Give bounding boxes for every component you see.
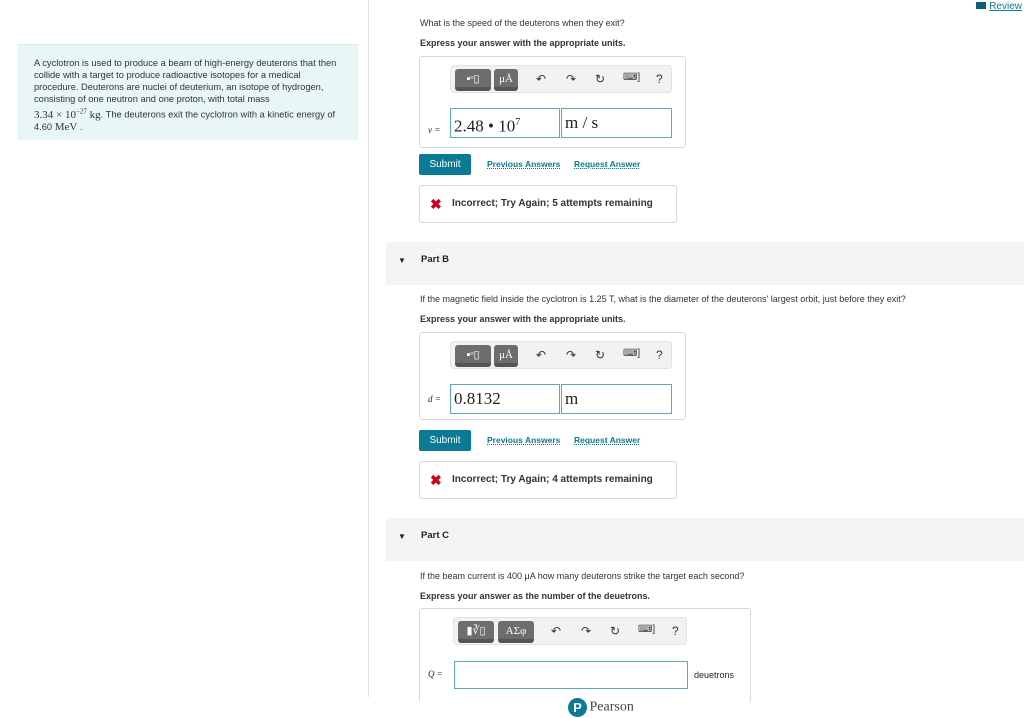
request-answer-link-b[interactable]: Request Answer bbox=[574, 435, 640, 445]
answer-box-b: ▪ᵒ▯ μÅ ↶ ↷ ↻ ⌨] ? d = 0.8132 m bbox=[419, 332, 686, 420]
redo-icon[interactable]: ↷ bbox=[581, 624, 591, 638]
undo-icon[interactable]: ↶ bbox=[551, 624, 561, 638]
math-toolbar: ▪ᵒ▯ μÅ ↶ ↷ ↻ ⌨] ? bbox=[450, 341, 672, 369]
answer-box-c: ▮∛▯ ΑΣφ ↶ ↷ ↻ ⌨] ? Q = deuetrons bbox=[419, 608, 751, 703]
value-input-c[interactable] bbox=[454, 661, 688, 689]
pearson-logo: P Pearson bbox=[568, 698, 634, 718]
feedback-b: ✖ Incorrect; Try Again; 4 attempts remain… bbox=[419, 461, 677, 499]
reset-icon[interactable]: ↻ bbox=[610, 624, 620, 638]
template-button[interactable]: ▪ᵒ▯ bbox=[455, 69, 491, 91]
previous-answers-link-b[interactable]: Previous Answers bbox=[487, 435, 560, 445]
help-icon[interactable]: ? bbox=[656, 348, 663, 362]
unit-label-c: deuetrons bbox=[694, 670, 735, 680]
collapse-arrow-icon: ▼ bbox=[398, 532, 406, 541]
redo-icon[interactable]: ↷ bbox=[566, 72, 576, 86]
submit-button-a[interactable]: Submit bbox=[419, 154, 471, 175]
keyboard-icon[interactable]: ⌨] bbox=[623, 72, 640, 83]
value-input-a[interactable]: 2.48 • 107 bbox=[450, 108, 560, 138]
reset-icon[interactable]: ↻ bbox=[595, 348, 605, 362]
instruction-a: Express your answer with the appropriate… bbox=[420, 38, 626, 48]
review-link[interactable]: Review bbox=[976, 1, 1022, 12]
error-icon: ✖ bbox=[430, 472, 442, 488]
greek-button[interactable]: ΑΣφ bbox=[498, 621, 534, 643]
part-c-header[interactable]: ▼ Part C bbox=[386, 518, 1024, 561]
part-b-header[interactable]: ▼ Part B bbox=[386, 242, 1024, 285]
question-a: What is the speed of the deuterons when … bbox=[420, 18, 625, 28]
redo-icon[interactable]: ↷ bbox=[566, 348, 576, 362]
feedback-a: ✖ Incorrect; Try Again; 5 attempts remain… bbox=[419, 185, 677, 223]
collapse-arrow-icon: ▼ bbox=[398, 256, 406, 265]
undo-icon[interactable]: ↶ bbox=[536, 348, 546, 362]
instruction-c: Express your answer as the number of the… bbox=[420, 591, 651, 601]
value-input-b[interactable]: 0.8132 bbox=[450, 384, 560, 414]
units-button[interactable]: μÅ bbox=[494, 69, 518, 91]
unit-input-b[interactable]: m bbox=[561, 384, 672, 414]
book-icon bbox=[976, 2, 987, 9]
request-answer-link-a[interactable]: Request Answer bbox=[574, 159, 640, 169]
template-button[interactable]: ▪ᵒ▯ bbox=[455, 345, 491, 367]
question-c: If the beam current is 400 μA how many d… bbox=[420, 571, 745, 581]
undo-icon[interactable]: ↶ bbox=[536, 72, 546, 86]
units-button[interactable]: μÅ bbox=[494, 345, 518, 367]
reset-icon[interactable]: ↻ bbox=[595, 72, 605, 86]
keyboard-icon[interactable]: ⌨] bbox=[638, 624, 655, 635]
help-icon[interactable]: ? bbox=[656, 72, 663, 86]
unit-input-a[interactable]: m / s bbox=[561, 108, 672, 138]
question-b: If the magnetic field inside the cyclotr… bbox=[420, 294, 906, 304]
submit-button-b[interactable]: Submit bbox=[419, 430, 471, 451]
math-toolbar: ▪ᵒ▯ μÅ ↶ ↷ ↻ ⌨] ? bbox=[450, 65, 672, 93]
help-icon[interactable]: ? bbox=[672, 624, 679, 638]
previous-answers-link-a[interactable]: Previous Answers bbox=[487, 159, 560, 169]
error-icon: ✖ bbox=[430, 196, 442, 212]
template-button[interactable]: ▮∛▯ bbox=[458, 621, 494, 643]
divider bbox=[368, 0, 369, 697]
instruction-b: Express your answer with the appropriate… bbox=[420, 314, 626, 324]
mass-value: 3.34 × 10−27 kg bbox=[34, 107, 101, 121]
keyboard-icon[interactable]: ⌨] bbox=[623, 348, 640, 359]
problem-intro: A cyclotron is used to produce a beam of… bbox=[18, 44, 358, 140]
math-toolbar: ▮∛▯ ΑΣφ ↶ ↷ ↻ ⌨] ? bbox=[453, 617, 687, 645]
answer-box-a: ▪ᵒ▯ μÅ ↶ ↷ ↻ ⌨] ? v = 2.48 • 107 m / s bbox=[419, 56, 686, 148]
